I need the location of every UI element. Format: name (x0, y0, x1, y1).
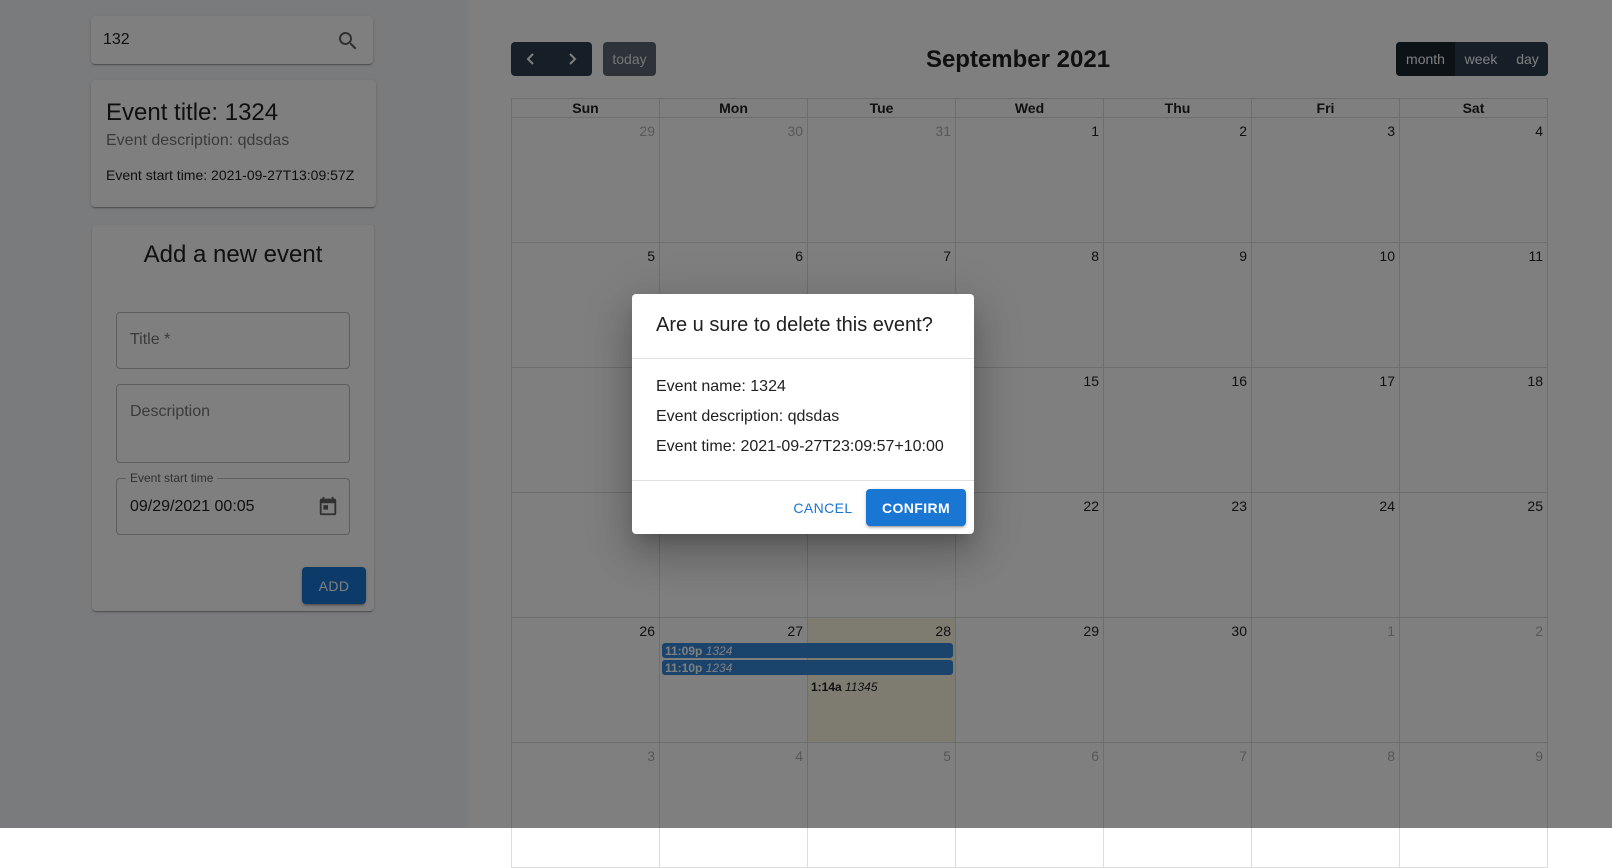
delete-confirm-dialog: Are u sure to delete this event? Event n… (632, 294, 974, 534)
confirm-button[interactable]: CONFIRM (866, 489, 966, 526)
dialog-title: Are u sure to delete this event? (656, 314, 933, 336)
divider (632, 358, 974, 359)
dialog-event-name: Event name: 1324 (656, 378, 786, 395)
divider (632, 480, 974, 481)
dialog-event-time: Event time: 2021-09-27T23:09:57+10:00 (656, 438, 944, 455)
dialog-event-description: Event description: qdsdas (656, 408, 840, 425)
cancel-button[interactable]: CANCEL (784, 490, 862, 526)
